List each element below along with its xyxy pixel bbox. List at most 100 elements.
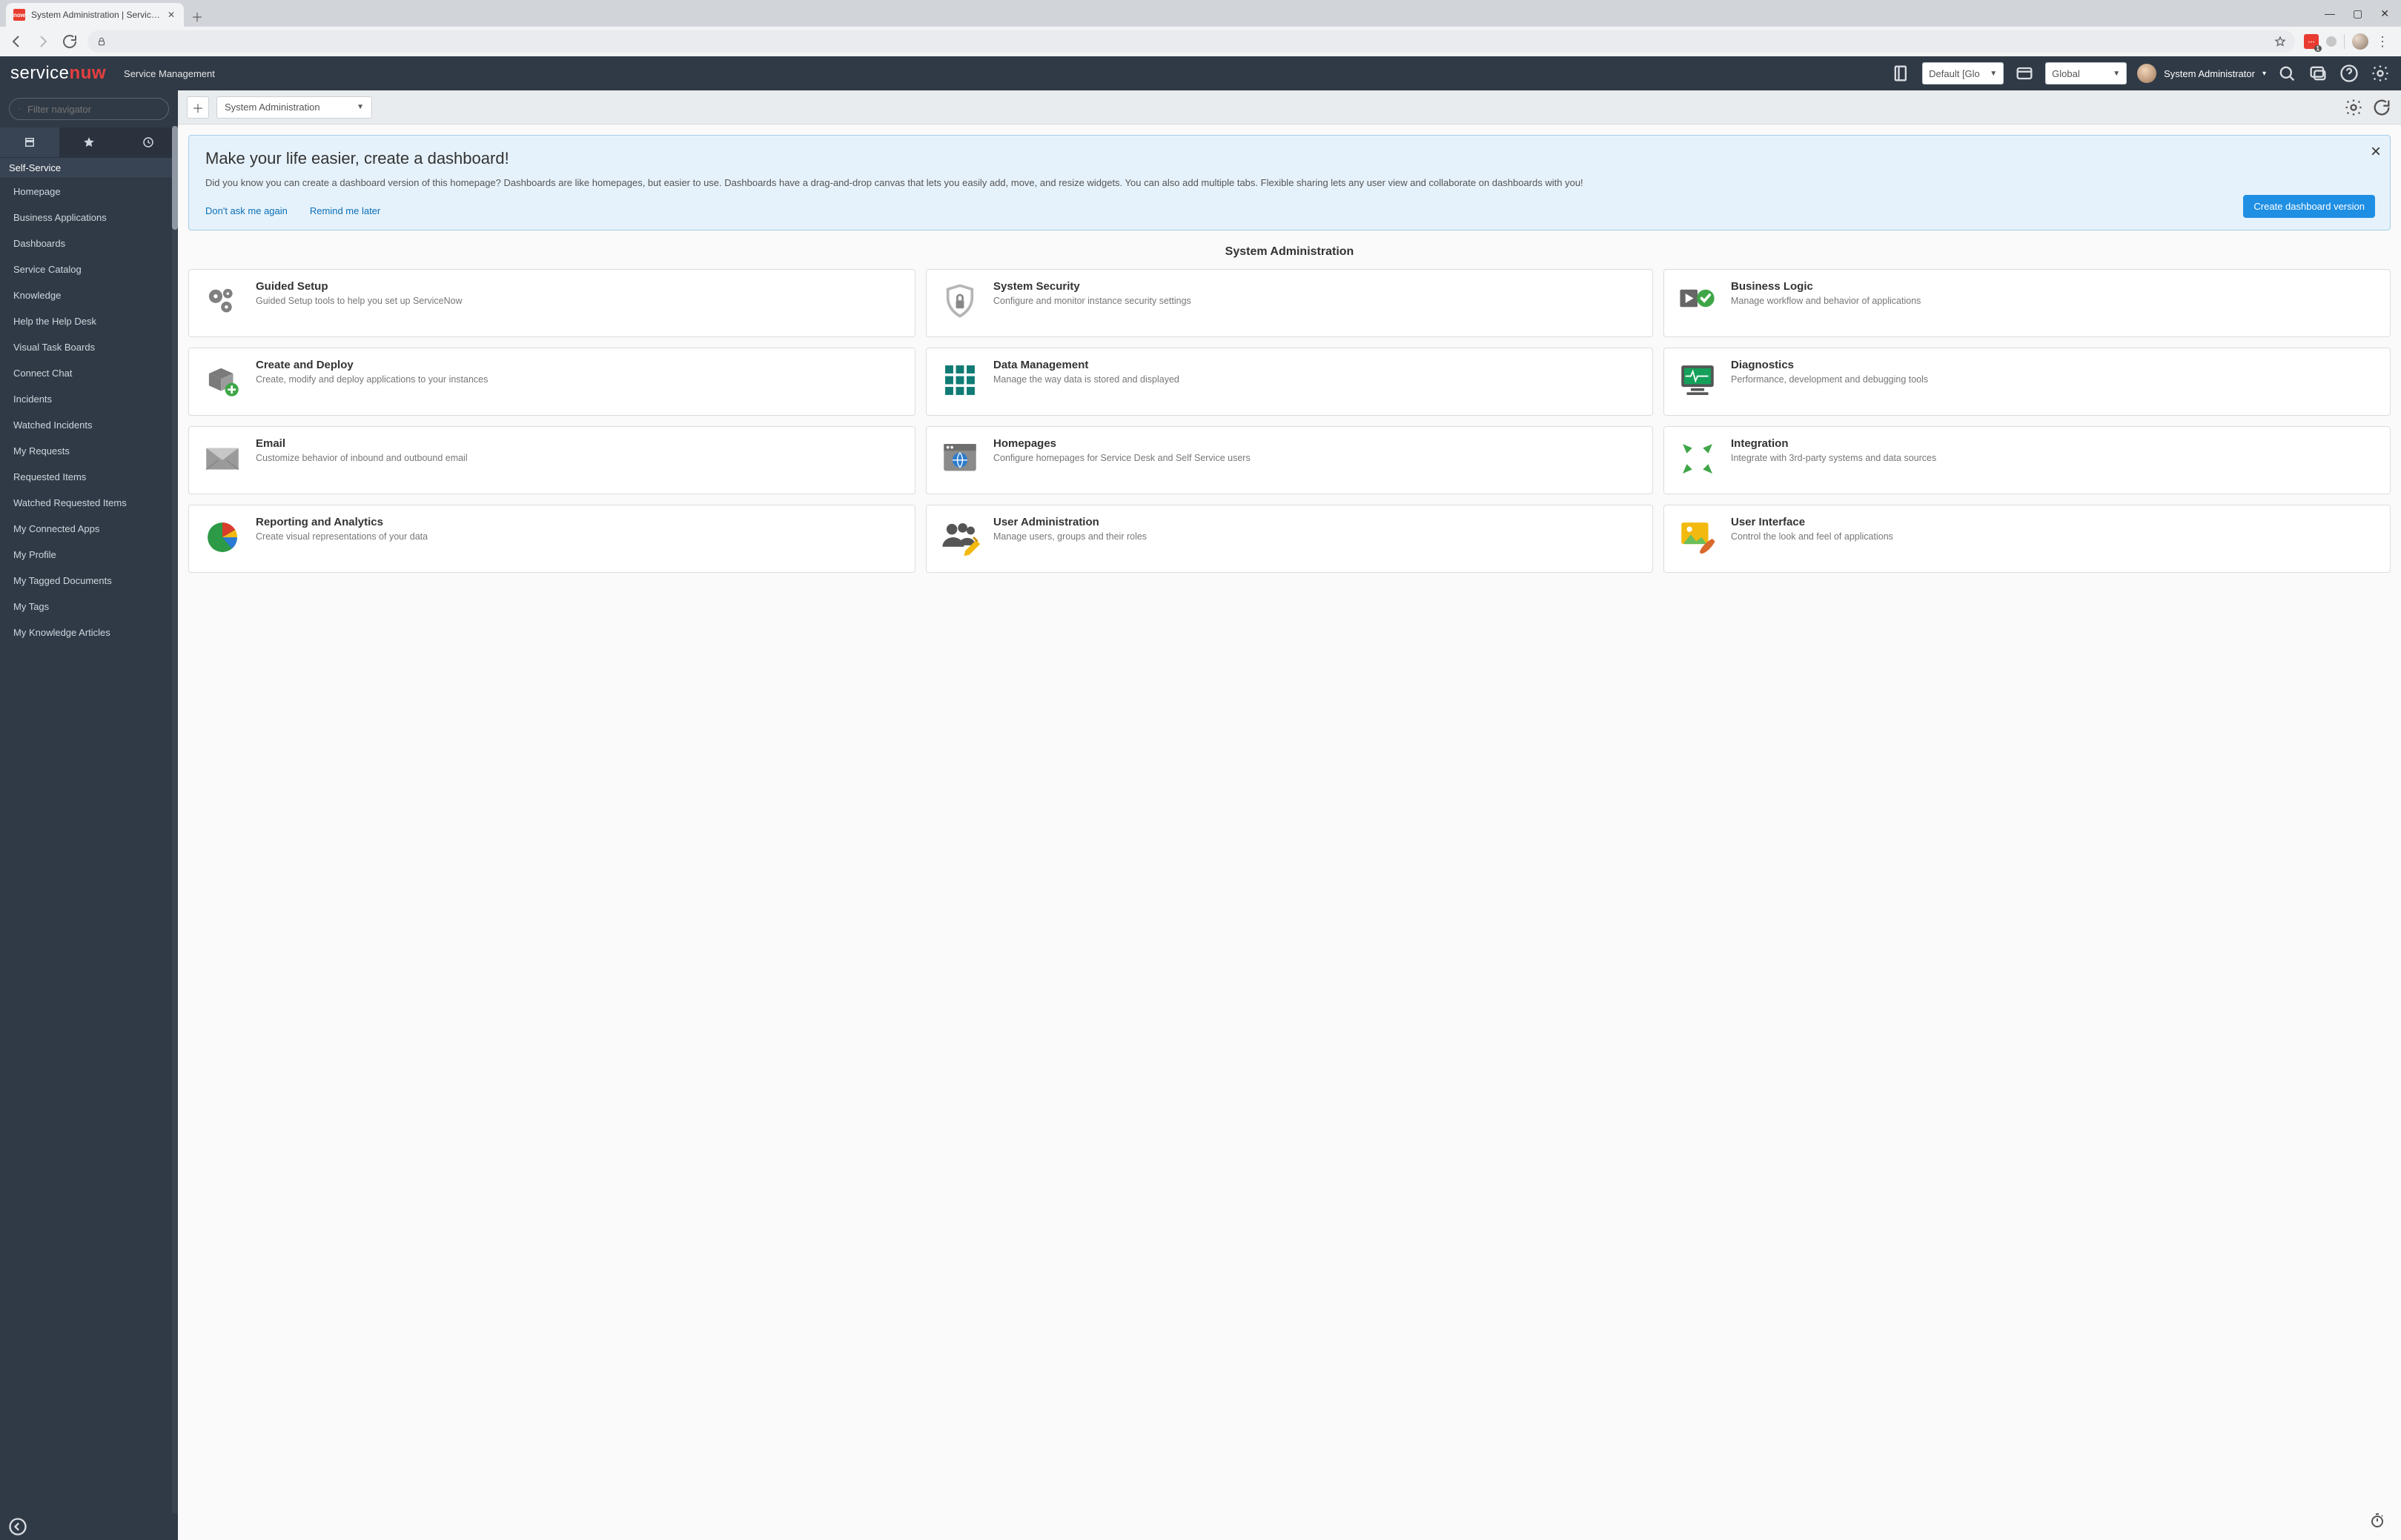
gear-icon[interactable]	[2370, 63, 2391, 84]
sidebar-item[interactable]: My Knowledge Articles	[0, 620, 178, 645]
sidebar-item[interactable]: Homepage	[0, 179, 178, 205]
search-icon[interactable]	[2276, 63, 2297, 84]
extension-dot-icon[interactable]	[2326, 36, 2337, 47]
sidebar-item[interactable]: My Connected Apps	[0, 516, 178, 542]
servicenow-logo[interactable]: servicenuw	[10, 63, 106, 84]
admin-card[interactable]: Integration Integrate with 3rd-party syst…	[1663, 426, 2391, 494]
sidebar-item[interactable]: My Tagged Documents	[0, 568, 178, 594]
sidebar: Self-Service HomepageBusiness Applicatio…	[0, 90, 178, 1540]
sidebar-scrollbar-thumb[interactable]	[172, 126, 178, 230]
admin-card[interactable]: Business LogicManage workflow and behavi…	[1663, 269, 2391, 337]
response-time-icon[interactable]	[2368, 1512, 2386, 1530]
admin-card[interactable]: HomepagesConfigure homepages for Service…	[926, 426, 1653, 494]
alert-close-icon[interactable]: ×	[2371, 142, 2381, 162]
app-header: servicenuw Service Management Default [G…	[0, 56, 2401, 90]
list-icon	[23, 136, 36, 149]
tab-title: System Administration | ServiceN	[31, 10, 160, 20]
admin-card[interactable]: Data ManagementManage the way data is st…	[926, 348, 1653, 416]
card-desc: Configure homepages for Service Desk and…	[993, 452, 1251, 465]
sidebar-item[interactable]: Visual Task Boards	[0, 334, 178, 360]
address-bar[interactable]	[87, 30, 2295, 53]
card-title: Guided Setup	[256, 280, 463, 293]
browser-tab[interactable]: now System Administration | ServiceN ✕	[6, 3, 184, 27]
domain-picker-icon[interactable]	[1891, 63, 1912, 84]
admin-card[interactable]: Guided Setup Guided Setup tools to help y…	[188, 269, 915, 337]
sidebar-item[interactable]: Requested Items	[0, 464, 178, 490]
chat-icon[interactable]	[2308, 63, 2328, 84]
admin-card[interactable]: DiagnosticsPerformance, development and …	[1663, 348, 2391, 416]
sidebar-item[interactable]: Business Applications	[0, 205, 178, 230]
nav-tab-all[interactable]	[0, 127, 59, 157]
card-desc: Performance, development and debugging t…	[1731, 374, 1928, 387]
admin-card[interactable]: System SecurityConfigure and monitor ins…	[926, 269, 1653, 337]
help-icon[interactable]	[2339, 63, 2359, 84]
card-icon	[201, 437, 244, 480]
card-title: Email	[256, 437, 468, 450]
sidebar-item[interactable]: Watched Incidents	[0, 412, 178, 438]
page-select-label: System Administration	[225, 102, 320, 113]
card-icon	[1676, 516, 1719, 559]
browser-back-icon[interactable]	[7, 33, 25, 50]
sidebar-item[interactable]: Watched Requested Items	[0, 490, 178, 516]
admin-card[interactable]: User AdministrationManage users, groups …	[926, 505, 1653, 573]
user-menu[interactable]: System Administrator ▾	[2137, 64, 2266, 83]
address-input[interactable]	[114, 36, 2267, 48]
filter-navigator[interactable]	[9, 98, 169, 120]
admin-card[interactable]: EmailCustomize behavior of inbound and o…	[188, 426, 915, 494]
domain-select[interactable]: Default [Glo ▼	[1922, 62, 2004, 84]
nav-tab-favorites[interactable]	[59, 127, 119, 157]
app-subtitle: Service Management	[124, 68, 215, 79]
scope-select[interactable]: Global ▼	[2045, 62, 2127, 84]
admin-card[interactable]: Reporting and AnalyticsCreate visual rep…	[188, 505, 915, 573]
browser-profile-avatar[interactable]	[2352, 33, 2368, 50]
sidebar-item[interactable]: Knowledge	[0, 282, 178, 308]
card-desc: Guided Setup tools to help you set up Se…	[256, 295, 463, 308]
star-icon	[82, 136, 96, 149]
admin-card[interactable]: User InterfaceControl the look and feel …	[1663, 505, 2391, 573]
card-title: Business Logic	[1731, 280, 1921, 293]
sidebar-item[interactable]: Help the Help Desk	[0, 308, 178, 334]
new-tab-button[interactable]: ＋	[187, 6, 208, 27]
card-desc: Configure and monitor instance security …	[993, 295, 1191, 308]
sidebar-item[interactable]: My Tags	[0, 594, 178, 620]
card-desc: Integrate with 3rd-party systems and dat…	[1731, 452, 1936, 465]
tab-close-icon[interactable]: ✕	[166, 10, 176, 20]
sidebar-item[interactable]: Connect Chat	[0, 360, 178, 386]
nav-tab-history[interactable]	[119, 127, 178, 157]
sidebar-item[interactable]: My Profile	[0, 542, 178, 568]
browser-reload-icon[interactable]	[61, 33, 79, 50]
card-title: Create and Deploy	[256, 359, 488, 371]
card-title: Integration	[1731, 437, 1936, 450]
sidebar-item[interactable]: Dashboards	[0, 230, 178, 256]
page-select[interactable]: System Administration ▼	[216, 96, 372, 119]
sidebar-section-header[interactable]: Self-Service	[0, 157, 178, 179]
sidebar-item[interactable]: Service Catalog	[0, 256, 178, 282]
card-icon	[201, 359, 244, 402]
card-desc: Create, modify and deploy applications t…	[256, 374, 488, 387]
refresh-icon[interactable]	[2371, 97, 2392, 118]
card-icon	[938, 359, 981, 402]
window-minimize-icon[interactable]: —	[2325, 7, 2335, 19]
card-icon	[201, 516, 244, 559]
browser-menu-icon[interactable]: ⋮	[2376, 34, 2389, 50]
scope-picker-icon[interactable]	[2014, 63, 2035, 84]
page-settings-gear-icon[interactable]	[2343, 97, 2364, 118]
window-close-icon[interactable]: ✕	[2380, 7, 2389, 20]
alert-remind-link[interactable]: Remind me later	[310, 205, 380, 216]
sidebar-item[interactable]: My Requests	[0, 438, 178, 464]
create-dashboard-button[interactable]: Create dashboard version	[2243, 195, 2375, 218]
alert-dont-ask-link[interactable]: Don't ask me again	[205, 205, 288, 216]
collapse-sidebar-icon[interactable]	[7, 1516, 28, 1537]
content-toolbar: ＋ System Administration ▼	[178, 90, 2401, 125]
browser-forward-icon[interactable]	[34, 33, 52, 50]
toolbar-divider	[2344, 34, 2345, 49]
card-desc: Manage users, groups and their roles	[993, 531, 1147, 544]
card-icon	[938, 280, 981, 323]
sidebar-item[interactable]: Incidents	[0, 386, 178, 412]
bookmark-star-icon[interactable]	[2274, 36, 2286, 47]
admin-card[interactable]: Create and Deploy Create, modify and depl…	[188, 348, 915, 416]
window-maximize-icon[interactable]: ▢	[2353, 7, 2362, 20]
filter-input[interactable]	[26, 103, 159, 116]
extension-badge-icon[interactable]: ⋯	[2304, 34, 2319, 49]
add-content-button[interactable]: ＋	[187, 96, 209, 119]
